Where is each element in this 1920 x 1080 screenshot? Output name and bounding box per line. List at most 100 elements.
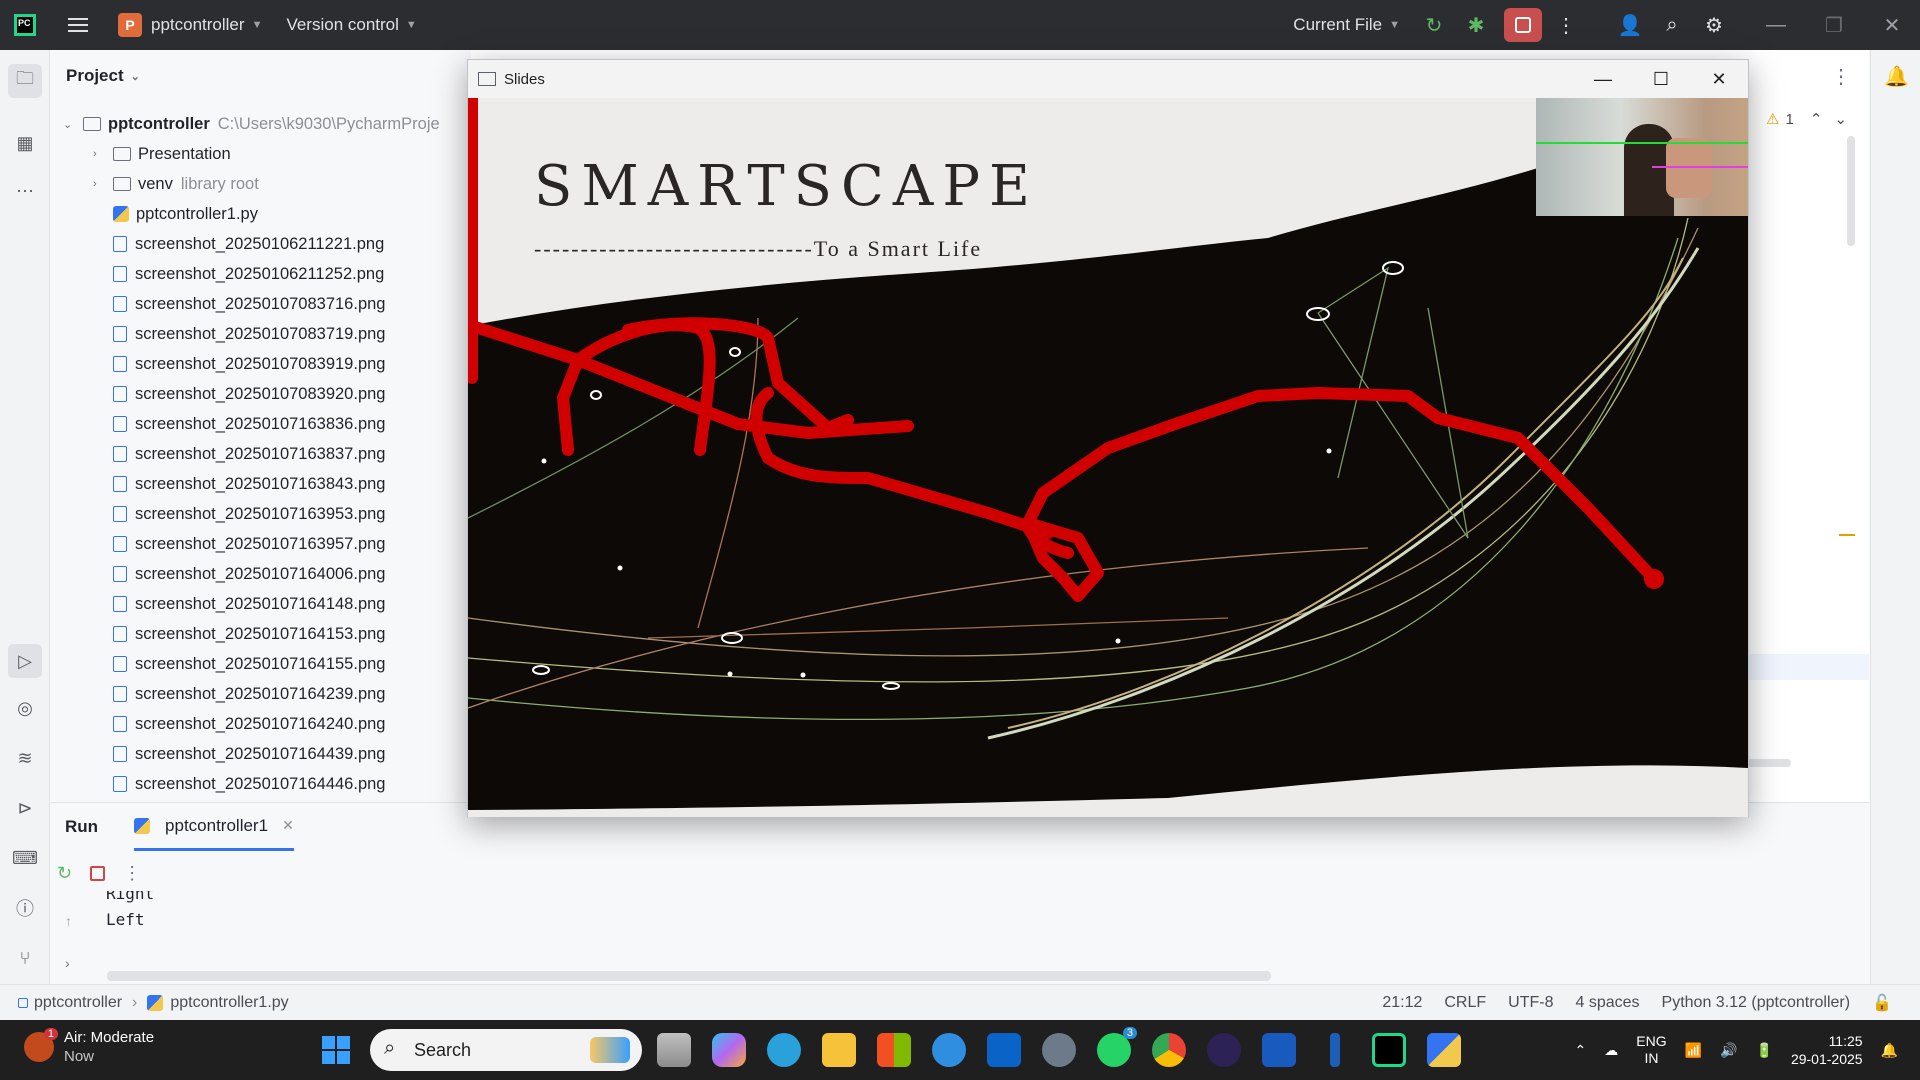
minimize-icon[interactable]: — bbox=[1762, 11, 1790, 39]
tree-file[interactable]: screenshot_20250107164240.png bbox=[93, 709, 385, 739]
task-view-icon[interactable] bbox=[657, 1033, 691, 1067]
volume-icon[interactable]: 🔊 bbox=[1720, 1042, 1737, 1059]
expand-icon[interactable]: › bbox=[65, 955, 70, 971]
terminal-icon[interactable]: ⌨ bbox=[12, 845, 38, 871]
minimize-icon[interactable]: — bbox=[1574, 60, 1632, 98]
close-tab-icon[interactable]: ✕ bbox=[282, 817, 294, 834]
breadcrumb-file[interactable]: pptcontroller1.py bbox=[170, 994, 288, 1012]
eclipse-icon[interactable] bbox=[1207, 1033, 1241, 1067]
restore-icon[interactable]: ❐ bbox=[1820, 11, 1848, 39]
tree-folder[interactable]: › venv library root bbox=[93, 169, 259, 199]
python-interpreter[interactable]: Python 3.12 (pptcontroller) bbox=[1662, 994, 1851, 1012]
next-highlight-icon[interactable]: ⌄ bbox=[1834, 110, 1847, 128]
stop-icon[interactable] bbox=[90, 866, 106, 881]
tree-file[interactable]: screenshot_20250107163836.png bbox=[93, 409, 385, 439]
tree-file[interactable]: screenshot_20250107164439.png bbox=[93, 739, 385, 769]
services-icon[interactable]: ⊳ bbox=[12, 795, 38, 821]
clock[interactable]: 11:25 29-01-2025 bbox=[1791, 1032, 1863, 1068]
git-branch-icon[interactable]: ⑂ bbox=[12, 945, 38, 971]
vcs-menu[interactable]: Version control ▼ bbox=[286, 0, 416, 50]
run-config-selector[interactable]: Current File ▼ bbox=[1293, 0, 1400, 50]
word-icon[interactable] bbox=[1262, 1033, 1296, 1067]
more-options-icon[interactable]: ⋮ bbox=[1552, 11, 1580, 39]
lock-icon[interactable]: 🔓 bbox=[1872, 993, 1892, 1013]
more-options-icon[interactable]: ⋮ bbox=[123, 863, 141, 884]
notifications-bell-icon[interactable]: 🔔 bbox=[1884, 64, 1909, 89]
console-hscrollbar[interactable] bbox=[107, 971, 1271, 981]
taskbar-search[interactable]: ⌕ Search bbox=[370, 1029, 642, 1071]
pen-app-icon[interactable] bbox=[1330, 1033, 1340, 1067]
tree-file[interactable]: screenshot_20250107083719.png bbox=[93, 319, 385, 349]
file-encoding[interactable]: UTF-8 bbox=[1508, 994, 1553, 1012]
collapsed-arrow-icon[interactable]: › bbox=[93, 178, 113, 190]
tree-file[interactable]: screenshot_20250107164006.png bbox=[93, 559, 385, 589]
slides-titlebar[interactable]: Slides bbox=[468, 60, 1748, 98]
tray-overflow-icon[interactable]: ⌃ bbox=[1575, 1042, 1587, 1059]
start-windows-icon[interactable] bbox=[322, 1036, 350, 1064]
tree-file[interactable]: screenshot_20250107083716.png bbox=[93, 289, 385, 319]
notification-center-icon[interactable]: 🔔 bbox=[1881, 1042, 1898, 1059]
tree-file[interactable]: screenshot_20250106211221.png bbox=[93, 229, 384, 259]
tree-file[interactable]: screenshot_20250107083919.png bbox=[93, 349, 385, 379]
console-output[interactable]: Right Left bbox=[106, 891, 154, 943]
weather-widget[interactable]: 1 Air: Moderate Now bbox=[24, 1028, 154, 1066]
pycharm-taskbar-icon[interactable] bbox=[1372, 1033, 1406, 1067]
rerun-icon[interactable]: ↻ bbox=[1420, 11, 1448, 39]
project-switcher[interactable]: P pptcontroller ▼ bbox=[88, 0, 262, 50]
outlook-icon[interactable] bbox=[987, 1033, 1021, 1067]
collapsed-arrow-icon[interactable]: › bbox=[93, 148, 113, 160]
microsoft-store-icon[interactable] bbox=[877, 1033, 911, 1067]
project-folder-icon[interactable]: 🗀 bbox=[8, 64, 42, 98]
add-user-icon[interactable]: 👤 bbox=[1616, 11, 1644, 39]
copilot-icon[interactable] bbox=[712, 1033, 746, 1067]
stop-button[interactable] bbox=[1504, 8, 1542, 42]
prev-highlight-icon[interactable]: ⌃ bbox=[1810, 110, 1823, 128]
debug-icon[interactable]: ✱ bbox=[1462, 11, 1490, 39]
tree-file[interactable]: screenshot_20250107163953.png bbox=[93, 499, 385, 529]
tree-file[interactable]: screenshot_20250107163957.png bbox=[93, 529, 385, 559]
python-taskbar-icon[interactable] bbox=[1427, 1033, 1461, 1067]
tree-file[interactable]: screenshot_20250107164239.png bbox=[93, 679, 385, 709]
more-tools-icon[interactable]: ⋯ bbox=[12, 178, 38, 204]
chrome-icon[interactable] bbox=[1152, 1033, 1186, 1067]
tree-file[interactable]: screenshot_20250107163837.png bbox=[93, 439, 385, 469]
slide-canvas[interactable]: SMARTSCAPE -----------------------------… bbox=[468, 98, 1748, 817]
structure-icon[interactable]: ▦ bbox=[12, 130, 38, 156]
close-icon[interactable]: ✕ bbox=[1690, 60, 1748, 98]
maximize-icon[interactable]: ☐ bbox=[1632, 60, 1690, 98]
expand-arrow-icon[interactable]: ⌄ bbox=[63, 118, 83, 131]
rerun-icon[interactable]: ↻ bbox=[57, 863, 72, 884]
settings-gear-icon[interactable]: ⚙ bbox=[1700, 11, 1728, 39]
onedrive-icon[interactable]: ☁ bbox=[1604, 1042, 1618, 1059]
file-explorer-icon[interactable] bbox=[822, 1033, 856, 1067]
settings-icon[interactable] bbox=[1042, 1033, 1076, 1067]
tree-file[interactable]: screenshot_20250107163843.png bbox=[93, 469, 385, 499]
run-tool-icon[interactable]: ▷ bbox=[8, 644, 42, 678]
tab-pptcontroller1[interactable]: pptcontroller1 ✕ bbox=[134, 803, 294, 851]
language-indicator[interactable]: ENG IN bbox=[1636, 1033, 1666, 1067]
editor-more-icon[interactable]: ⋮ bbox=[1831, 64, 1851, 89]
python-console-icon[interactable]: ◎ bbox=[12, 695, 38, 721]
tree-file[interactable]: pptcontroller1.py bbox=[93, 199, 258, 229]
close-icon[interactable]: ✕ bbox=[1878, 11, 1906, 39]
telegram-icon[interactable] bbox=[767, 1033, 801, 1067]
slides-window[interactable]: Slides — ☐ ✕ SMARTSCAPE ----------------… bbox=[467, 59, 1749, 817]
breadcrumb-project[interactable]: pptcontroller bbox=[34, 994, 122, 1012]
editor-scrollbar[interactable] bbox=[1847, 136, 1855, 246]
project-panel-header[interactable]: Project ⌄ bbox=[51, 50, 471, 102]
main-menu-icon[interactable] bbox=[68, 18, 88, 32]
wifi-icon[interactable]: 📶 bbox=[1685, 1042, 1702, 1059]
python-packages-icon[interactable]: ≋ bbox=[12, 745, 38, 771]
whatsapp-icon[interactable]: 3 bbox=[1097, 1027, 1137, 1067]
line-separator[interactable]: CRLF bbox=[1444, 994, 1486, 1012]
tree-root-pptcontroller[interactable]: ⌄ pptcontroller C:\Users\k9030\PycharmProj… bbox=[63, 109, 440, 139]
tree-file[interactable]: screenshot_20250107164153.png bbox=[93, 619, 385, 649]
tree-file[interactable]: screenshot_20250107164446.png bbox=[93, 769, 385, 799]
battery-icon[interactable]: 🔋 bbox=[1756, 1042, 1773, 1059]
tree-file[interactable]: screenshot_20250106211252.png bbox=[93, 259, 384, 289]
scroll-up-icon[interactable]: ↑ bbox=[65, 913, 72, 929]
indent-setting[interactable]: 4 spaces bbox=[1575, 994, 1639, 1012]
tree-file[interactable]: screenshot_20250107164148.png bbox=[93, 589, 385, 619]
tree-file[interactable]: screenshot_20250107083920.png bbox=[93, 379, 385, 409]
help-icon[interactable] bbox=[932, 1033, 966, 1067]
